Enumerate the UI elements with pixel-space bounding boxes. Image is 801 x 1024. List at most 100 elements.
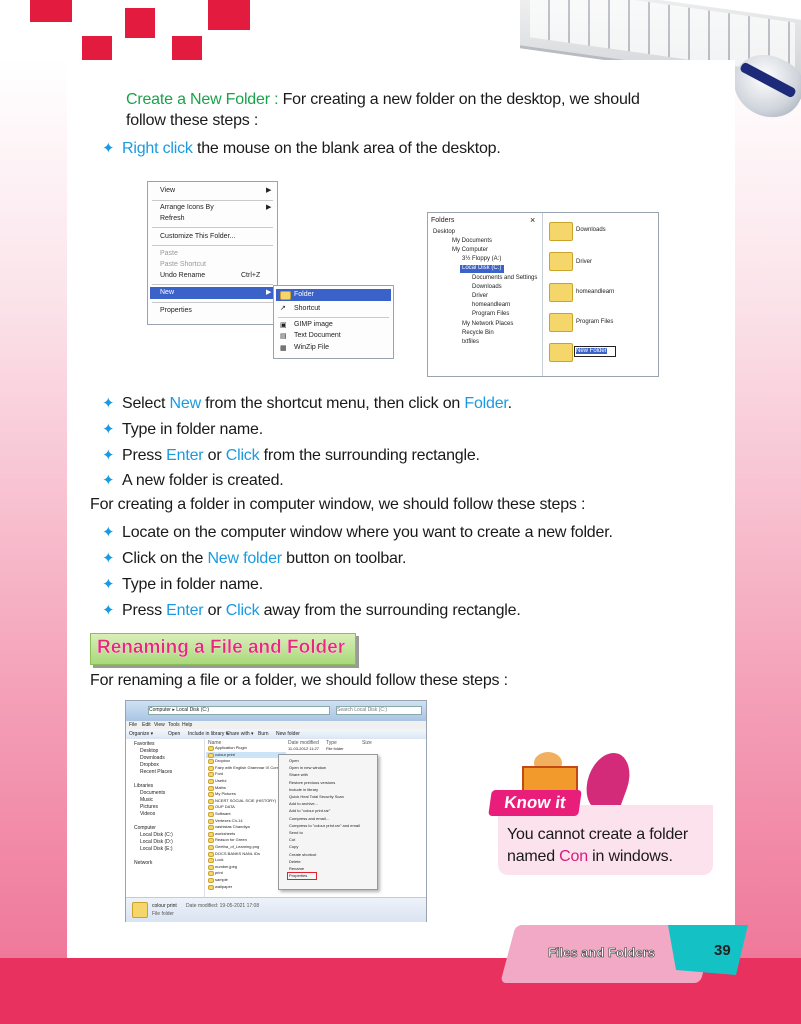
win7-address-bar[interactable]: Computer ▸ Local Disk (C:) (148, 706, 330, 715)
nav-network[interactable]: Network (134, 860, 152, 866)
nav-local-c[interactable]: Local Disk (C:) (140, 832, 173, 838)
tree-homeandlearn[interactable]: homeandlearn (472, 302, 510, 308)
nav-dropbox[interactable]: Dropbox (140, 762, 159, 768)
submenu-gimp[interactable]: GIMP image (294, 321, 333, 328)
folder-homeandlearn[interactable]: homeandlearn (576, 289, 614, 295)
win7-ctx-item[interactable]: Compress to "colour print.rar" and email (289, 823, 360, 828)
nav-desktop[interactable]: Desktop (140, 748, 158, 754)
file-list-item[interactable]: wallpaper (215, 884, 232, 889)
menu-new[interactable]: New (160, 289, 174, 296)
win7-ctx-item[interactable]: Create shortcut (289, 852, 316, 857)
file-list-item[interactable]: sample (215, 877, 228, 882)
menu-customize[interactable]: Customize This Folder... (160, 233, 235, 240)
file-list-item[interactable]: My Pictures (215, 791, 236, 796)
nav-computer[interactable]: Computer (134, 825, 156, 831)
nav-videos[interactable]: Videos (140, 811, 155, 817)
win7-ctx-item[interactable]: Delete (289, 859, 301, 864)
folder-icon[interactable] (549, 343, 573, 362)
file-list-item[interactable]: worksheets (215, 831, 235, 836)
column-size[interactable]: Size (362, 740, 372, 746)
file-list-item[interactable]: number.jpeg (215, 864, 237, 869)
tree-my-computer[interactable]: My Computer (452, 247, 488, 253)
tree-recycle-bin[interactable]: Recycle Bin (462, 330, 494, 336)
tree-program-files[interactable]: Program Files (472, 311, 509, 317)
win7-ctx-item[interactable]: Quick Heal Total Security Scan (289, 794, 344, 799)
folder-icon[interactable] (549, 222, 573, 241)
file-list-item[interactable]: Maths (215, 785, 226, 790)
folder-icon[interactable] (549, 252, 573, 271)
menubar-help[interactable]: Help (182, 722, 192, 728)
tree-local-disk[interactable]: Local Disk (C:) (462, 265, 501, 271)
submenu-shortcut[interactable]: Shortcut (294, 305, 320, 312)
nav-recent[interactable]: Recent Places (140, 769, 172, 775)
toolbar-open[interactable]: Open (168, 731, 180, 737)
win7-ctx-item[interactable]: Add to archive... (289, 801, 318, 806)
win7-ctx-item[interactable]: Open (289, 758, 299, 763)
win7-ctx-item[interactable]: Restore previous versions (289, 780, 335, 785)
toolbar-share[interactable]: Share with ▾ (226, 731, 254, 737)
menu-arrange[interactable]: Arrange Icons By (160, 204, 214, 211)
menu-undo-rename[interactable]: Undo Rename (160, 272, 205, 279)
submenu-folder[interactable]: Folder (294, 291, 314, 298)
nav-downloads[interactable]: Downloads (140, 755, 165, 761)
menubar-file[interactable]: File (129, 722, 137, 728)
menubar-tools[interactable]: Tools (168, 722, 180, 728)
nav-documents[interactable]: Documents (140, 790, 165, 796)
nav-music[interactable]: Music (140, 797, 153, 803)
tree-floppy[interactable]: 3½ Floppy (A:) (462, 256, 501, 262)
win7-ctx-item[interactable]: Open in new window (289, 765, 326, 770)
file-list-item[interactable]: Lock (215, 857, 223, 862)
menubar-edit[interactable]: Edit (142, 722, 151, 728)
file-list-item[interactable]: DOCS.BANKS NANL IDs (215, 851, 260, 856)
file-list-item[interactable]: Font (215, 771, 223, 776)
win7-ctx-item[interactable]: Add to "colour print.rar" (289, 808, 330, 813)
file-list-item[interactable]: print (215, 870, 223, 875)
win7-ctx-item[interactable]: Compress and email... (289, 816, 329, 821)
submenu-winzip[interactable]: WinZip File (294, 344, 329, 351)
folder-driver[interactable]: Driver (576, 259, 592, 265)
nav-pictures[interactable]: Pictures (140, 804, 158, 810)
win7-search-box[interactable]: Search Local Disk (C:) (336, 706, 422, 715)
menu-view[interactable]: View (160, 187, 175, 194)
folder-icon[interactable] (549, 313, 573, 332)
file-list-item[interactable]: vashistas Chandiya (215, 824, 250, 829)
tree-driver[interactable]: Driver (472, 293, 488, 299)
folder-program-files[interactable]: Program Files (576, 319, 613, 325)
menubar-view[interactable]: View (154, 722, 165, 728)
nav-libraries[interactable]: Libraries (134, 783, 153, 789)
file-list-item[interactable]: OUP DATA (215, 804, 235, 809)
win7-ctx-item[interactable]: Rename (289, 866, 304, 871)
folder-downloads[interactable]: Downloads (576, 227, 606, 233)
nav-favorites[interactable]: Favorites (134, 741, 155, 747)
new-folder-edit-box[interactable]: New Folder (574, 346, 616, 357)
win7-ctx-item[interactable]: Share with (289, 772, 308, 777)
nav-local-e[interactable]: Local Disk (E:) (140, 846, 173, 852)
toolbar-include[interactable]: Include in library ▾ (188, 731, 228, 737)
file-list-item[interactable]: colour print (215, 752, 235, 757)
file-list-item[interactable]: NCERT SOCIAL SCIE (HISTORY) (215, 798, 276, 803)
file-list-item[interactable]: Application Plugin (215, 745, 247, 750)
tree-network[interactable]: My Network Places (462, 321, 513, 327)
tree-docs-settings[interactable]: Documents and Settings (472, 275, 537, 281)
win7-ctx-item[interactable]: Include in library (289, 787, 318, 792)
tree-downloads[interactable]: Downloads (472, 284, 502, 290)
new-folder-edit[interactable]: New Folder (576, 348, 607, 354)
menu-refresh[interactable]: Refresh (160, 215, 185, 222)
tree-desktop[interactable]: Desktop (433, 229, 455, 235)
folder-icon[interactable] (549, 283, 573, 302)
menu-properties[interactable]: Properties (160, 307, 192, 314)
win7-ctx-item[interactable]: Send to (289, 830, 303, 835)
file-list-item[interactable]: Vertexes Ch-14 (215, 818, 243, 823)
win7-ctx-item[interactable]: Copy (289, 844, 298, 849)
toolbar-burn[interactable]: Burn (258, 731, 269, 737)
submenu-text-document[interactable]: Text Document (294, 332, 341, 339)
file-list-item[interactable]: Dropbox (215, 758, 230, 763)
file-list-item[interactable]: Reason for Green (215, 837, 247, 842)
nav-local-d[interactable]: Local Disk (D:) (140, 839, 173, 845)
file-list-item[interactable]: Geetha_of_Learning.png (215, 844, 259, 849)
toolbar-new-folder[interactable]: New folder (276, 731, 300, 737)
file-list-item[interactable]: Useful (215, 778, 226, 783)
tree-my-documents[interactable]: My Documents (452, 238, 492, 244)
file-list-item[interactable]: Fairy with English Grammar IX Computer (215, 765, 288, 770)
toolbar-organize[interactable]: Organize ▾ (129, 731, 153, 737)
